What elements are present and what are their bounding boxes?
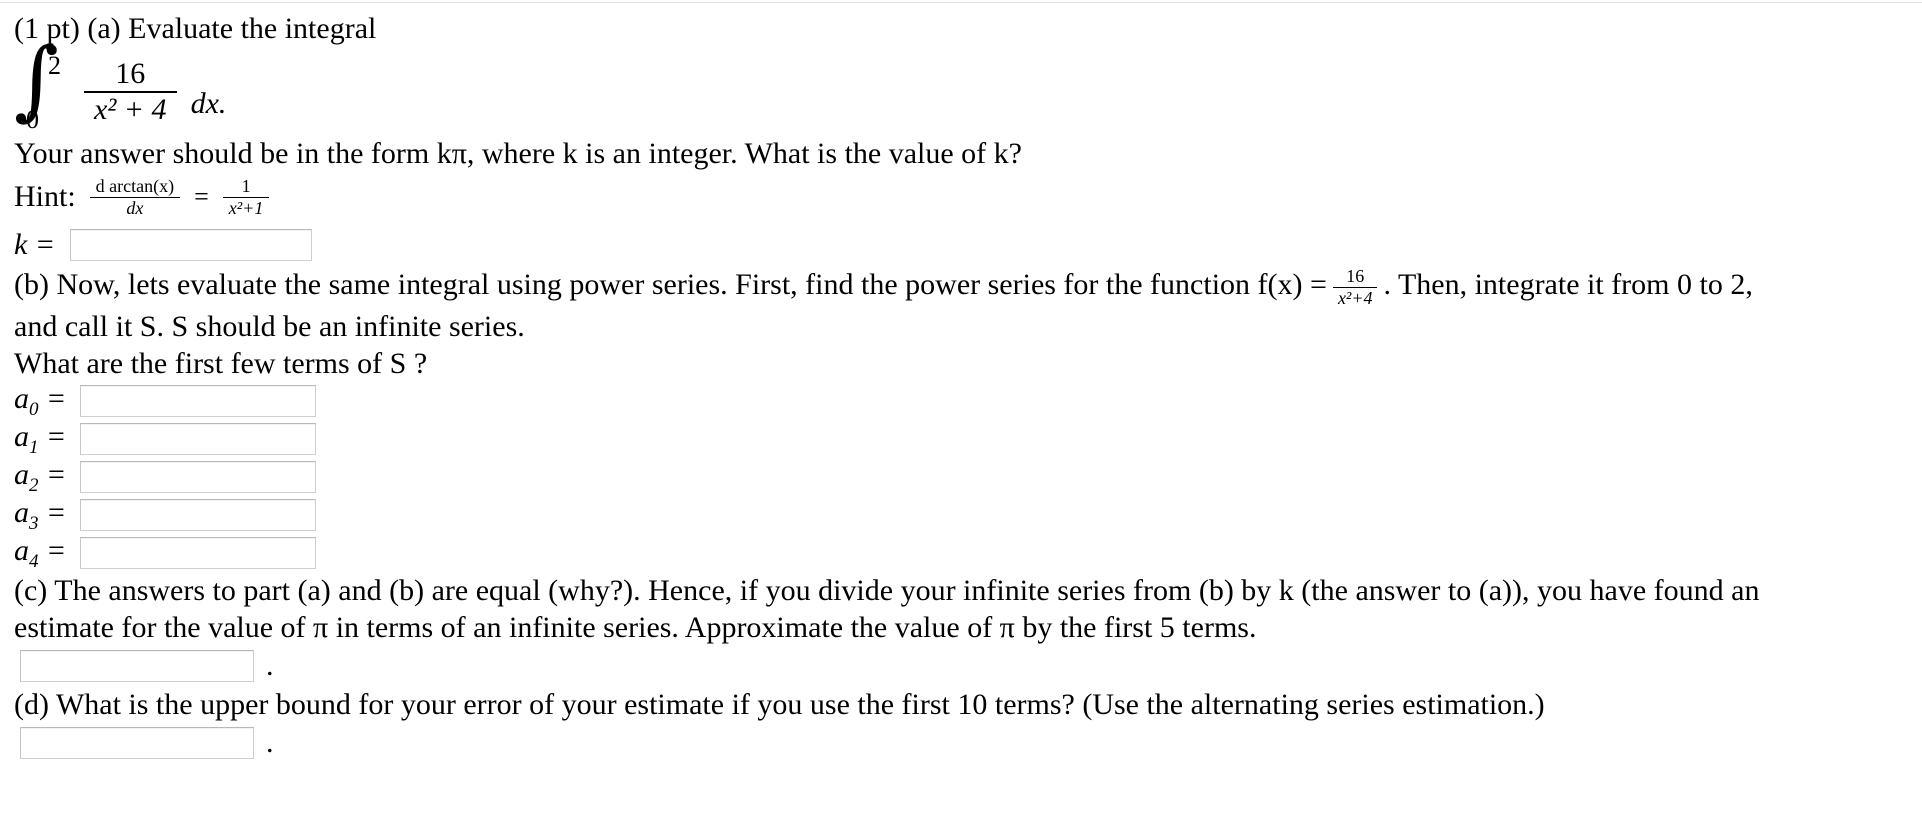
- part-c-trailing-period: .: [266, 649, 274, 683]
- coefficient-input-a1[interactable]: [80, 423, 316, 456]
- hint-result-denominator: x²+1: [222, 196, 270, 219]
- hint-equals-sign: =: [194, 182, 209, 211]
- k-answer-label: k =: [14, 228, 56, 261]
- integrand-numerator: 16: [115, 57, 146, 90]
- coefficient-row-a3: a3 =: [14, 496, 1914, 534]
- coefficient-input-a0[interactable]: [80, 385, 316, 418]
- integral-expression: ∫ 2 0 16 x² + 4 dx.: [14, 37, 1914, 135]
- part-d-trailing-period: .: [266, 726, 274, 760]
- hint-result-fraction: 1 x²+1: [222, 175, 270, 219]
- hint-derivative-fraction: d arctan(x) dx: [89, 175, 181, 219]
- part-b-line-3: What are the first few terms of S ?: [14, 347, 428, 381]
- part-b-text-before-fraction: (b) Now, lets evaluate the same integral…: [14, 268, 1327, 302]
- answer-form-instruction: Your answer should be in the form kπ, wh…: [14, 137, 1022, 170]
- coefficient-label-a4: a4 =: [14, 533, 67, 572]
- integral-sign: ∫ 2 0: [14, 37, 74, 135]
- coefficient-row-a0: a0 =: [14, 382, 1914, 420]
- part-b-fraction-numerator: 16: [1346, 266, 1365, 286]
- integral-upper-limit: 2: [48, 51, 61, 80]
- hint-derivative-numerator: d arctan(x): [95, 175, 175, 196]
- integral-differential: dx.: [190, 87, 227, 120]
- part-b-text-after-fraction: . Then, integrate it from 0 to 2,: [1383, 268, 1753, 302]
- part-c-line-1: (c) The answers to part (a) and (b) are …: [14, 574, 1760, 608]
- coefficient-row-a4: a4 =: [14, 534, 1914, 572]
- coefficient-input-a2[interactable]: [80, 461, 316, 494]
- k-answer-row: k =: [14, 226, 1914, 264]
- coefficient-input-a3[interactable]: [80, 499, 316, 532]
- coefficient-label-a3: a3 =: [14, 495, 67, 534]
- coefficient-label-a0: a0 =: [14, 381, 67, 420]
- part-c-line-2: estimate for the value of π in terms of …: [14, 611, 1257, 645]
- part-b-fraction-denominator: x²+4: [1332, 286, 1378, 309]
- coefficient-label-a2: a2 =: [14, 457, 67, 496]
- coefficient-label-a1: a1 =: [14, 419, 67, 458]
- hint-label: Hint:: [14, 180, 76, 213]
- part-d-answer-input[interactable]: [20, 727, 254, 760]
- part-d-answer-row: .: [14, 723, 1914, 763]
- part-a-prompt-text: (a) Evaluate the integral: [87, 12, 377, 45]
- hint-result-numerator: 1: [241, 175, 251, 196]
- coefficient-input-a4[interactable]: [80, 537, 316, 570]
- part-a-prompt: (1 pt) (a) Evaluate the integral: [14, 10, 1914, 47]
- part-d-line-1: (d) What is the upper bound for your err…: [14, 688, 1545, 722]
- problem-page: (1 pt) (a) Evaluate the integral ∫ 2 0 1…: [14, 10, 1914, 763]
- part-b-function-fraction: 16 x²+4: [1332, 266, 1378, 309]
- part-c-answer-input[interactable]: [20, 650, 254, 683]
- top-divider-rule: [0, 2, 1922, 3]
- integral-lower-limit: 0: [26, 105, 39, 134]
- k-answer-input[interactable]: [70, 229, 312, 261]
- coefficient-row-a1: a1 =: [14, 420, 1914, 458]
- part-b-prompt: (b) Now, lets evaluate the same integral…: [14, 266, 1914, 308]
- integrand-denominator: x² + 4: [84, 90, 177, 127]
- part-b-line-2: and call it S. S should be an infinite s…: [14, 310, 525, 344]
- coefficient-row-a2: a2 =: [14, 458, 1914, 496]
- hint-derivative-denominator: dx: [89, 196, 181, 219]
- part-c-answer-row: .: [14, 646, 1914, 686]
- hint-row: Hint: d arctan(x) dx = 1 x²+1: [14, 172, 1914, 222]
- integrand-fraction: 16 x² + 4: [84, 57, 177, 126]
